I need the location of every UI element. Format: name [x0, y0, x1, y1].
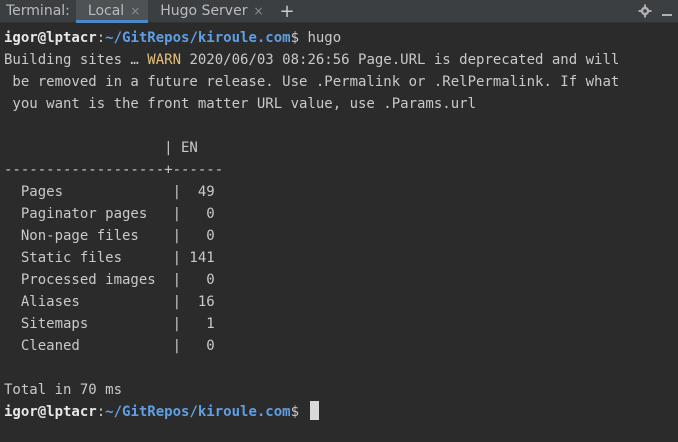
new-tab-button[interactable]: + [272, 0, 303, 22]
stats-header: | EN [4, 140, 198, 156]
terminal-output[interactable]: igor@lptacr:~/GitRepos/kiroule.com$ hugo… [4, 27, 678, 442]
tab-bar-spacer [303, 0, 634, 22]
minimize-icon[interactable] [656, 0, 678, 22]
stats-row: Pages | 49 [4, 184, 215, 200]
stats-row: Cleaned | 0 [4, 338, 215, 354]
warn-label: WARN [147, 52, 182, 68]
stats-row: Aliases | 16 [4, 294, 215, 310]
close-icon[interactable]: × [130, 4, 140, 18]
output-line: you want is the front matter URL value, … [4, 96, 477, 112]
stats-row: Processed images | 0 [4, 272, 215, 288]
stats-row: Static files | 141 [4, 250, 215, 266]
prompt-user: igor@lptacr [4, 30, 97, 46]
tab-hugo-server[interactable]: Hugo Server × [148, 0, 271, 22]
total-line: Total in 70 ms [4, 382, 123, 398]
output-text: 2020/06/03 08:26:56 Page.URL is deprecat… [181, 52, 620, 68]
stats-divider: -------------------+------ [4, 162, 224, 178]
prompt-command: $ [290, 404, 308, 420]
tab-label: Local [87, 3, 125, 19]
text-cursor [310, 401, 320, 420]
prompt-separator: : [96, 404, 106, 420]
prompt-line: igor@lptacr:~/GitRepos/kiroule.com$ [4, 401, 678, 423]
prompt-line: igor@lptacr:~/GitRepos/kiroule.com$ hugo [4, 27, 678, 49]
prompt-user: igor@lptacr [4, 404, 97, 420]
terminal-title: Terminal: [6, 3, 70, 19]
tab-local[interactable]: Local × [75, 0, 149, 23]
output-line: be removed in a future release. Use .Per… [4, 74, 620, 90]
close-icon[interactable]: × [253, 4, 263, 18]
prompt-path: ~/GitRepos/kiroule.com [105, 30, 291, 46]
prompt-path: ~/GitRepos/kiroule.com [105, 404, 291, 420]
tab-label: Hugo Server [160, 3, 248, 19]
output-text: Building sites … [4, 52, 148, 68]
gear-icon[interactable] [634, 0, 656, 22]
prompt-separator: : [96, 30, 106, 46]
stats-row: Sitemaps | 1 [4, 316, 215, 332]
stats-row: Paginator pages | 0 [4, 206, 215, 222]
output-line: Building sites … WARN 2020/06/03 08:26:5… [4, 49, 678, 71]
stats-row: Non-page files | 0 [4, 228, 215, 244]
prompt-command: $ hugo [290, 30, 342, 46]
terminal-tab-bar: Terminal: Local × Hugo Server × + [0, 0, 678, 23]
